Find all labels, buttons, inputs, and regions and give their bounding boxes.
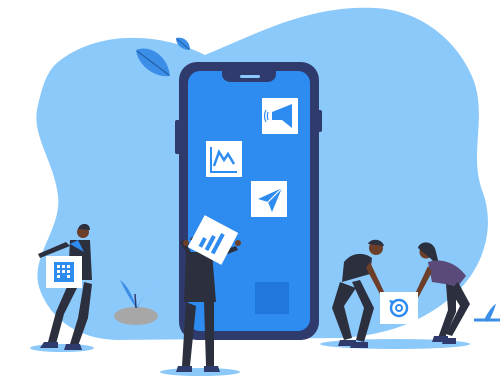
line-chart-tile[interactable] <box>206 141 242 177</box>
building-icon <box>54 262 74 282</box>
screen-placeholder-square <box>255 282 289 314</box>
building-card[interactable] <box>46 256 82 288</box>
sync-card[interactable] <box>380 292 418 324</box>
megaphone-tile[interactable] <box>262 98 298 134</box>
rock <box>114 307 158 325</box>
plant-icon <box>474 304 500 322</box>
paper-plane-tile[interactable] <box>251 181 287 217</box>
ground-shadow-center <box>160 368 240 376</box>
illustration-scene <box>30 7 500 376</box>
ground-shadow-left <box>30 344 94 352</box>
